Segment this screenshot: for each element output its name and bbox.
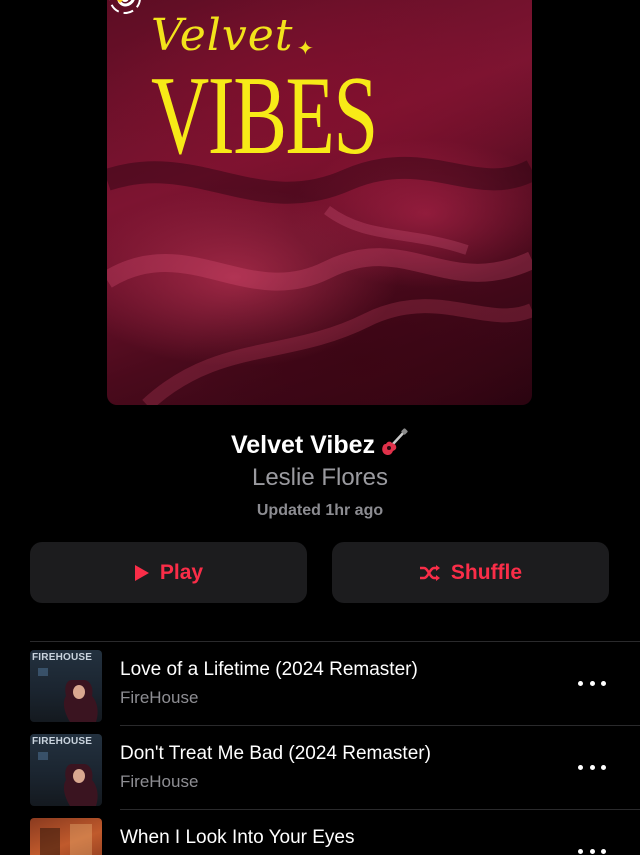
track-artwork: FIREHOUSE xyxy=(30,650,102,722)
playlist-screen: Velvet ✦ VIBES Velvet Vibez Leslie Flore… xyxy=(0,0,640,855)
more-dot xyxy=(601,680,606,686)
play-button-label: Play xyxy=(159,560,204,584)
track-title: Love of a Lifetime (2024 Remaster) xyxy=(120,659,418,680)
more-dot xyxy=(578,680,583,686)
more-dot xyxy=(589,848,595,854)
playlist-artwork[interactable]: Velvet ✦ VIBES xyxy=(107,0,532,405)
more-dot xyxy=(578,848,583,854)
track-artwork xyxy=(30,818,102,855)
artwork-main-title: VIBES xyxy=(151,54,378,178)
track-artwork: FIREHOUSE xyxy=(30,734,102,806)
track-title: Don't Treat Me Bad (2024 Remaster) xyxy=(120,743,431,764)
album-art-figure xyxy=(40,824,92,855)
track-row[interactable]: FIREHOUSE Don't Treat Me Bad (2024 Remas… xyxy=(0,726,640,810)
shuffle-button-label: Shuffle xyxy=(450,560,523,584)
shuffle-icon xyxy=(419,564,440,581)
more-dot xyxy=(601,848,606,854)
track-row[interactable]: When I Look Into Your Eyes xyxy=(0,810,640,855)
more-dot xyxy=(589,680,595,686)
more-dot xyxy=(589,764,595,770)
more-dot xyxy=(578,764,583,770)
more-options-button[interactable] xyxy=(578,759,606,775)
album-art-logo: FIREHOUSE xyxy=(32,736,93,747)
play-button[interactable]: Play xyxy=(30,542,307,603)
play-icon xyxy=(134,564,149,581)
more-dot xyxy=(601,764,606,770)
more-options-button[interactable] xyxy=(578,843,606,855)
updated-timestamp: Updated 1hr ago xyxy=(256,502,384,519)
playlist-title: Velvet Vibez xyxy=(0,428,640,460)
more-options-button[interactable] xyxy=(578,675,606,691)
playlist-title-text: Velvet Vibez xyxy=(230,431,376,459)
track-artist: FireHouse xyxy=(120,688,199,707)
guitar-icon xyxy=(382,428,408,455)
track-title: When I Look Into Your Eyes xyxy=(120,827,355,848)
track-artist: FireHouse xyxy=(120,772,199,791)
heart-icon xyxy=(117,0,123,3)
track-row[interactable]: FIREHOUSE Love of a Lifetime (2024 Remas… xyxy=(0,642,640,726)
curator-name[interactable]: Leslie Flores xyxy=(0,464,640,492)
shuffle-button[interactable]: Shuffle xyxy=(332,542,609,603)
album-art-logo: FIREHOUSE xyxy=(32,652,93,663)
